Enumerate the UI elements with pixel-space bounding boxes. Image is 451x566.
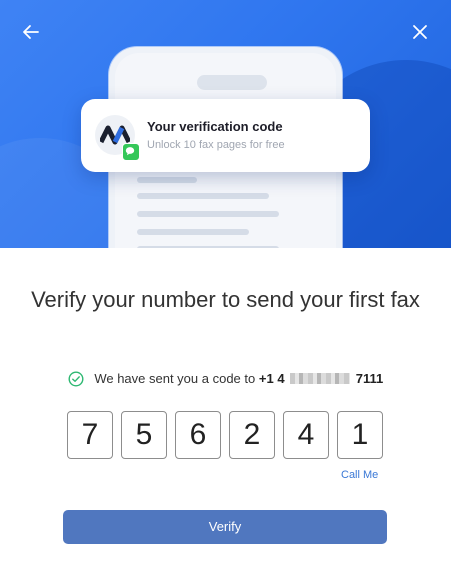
close-button[interactable] (408, 20, 432, 44)
redacted-phone-digits (290, 373, 351, 385)
notification-card: Your verification code Unlock 10 fax pag… (81, 99, 370, 172)
code-digit-1[interactable]: 7 (67, 411, 113, 459)
page-title: Verify your number to send your first fa… (31, 287, 420, 312)
phone-text-line (137, 193, 269, 199)
phone-text-line (137, 211, 279, 217)
phone-text-line (137, 177, 197, 183)
phone-notch (197, 75, 267, 90)
check-circle-icon (68, 371, 84, 387)
phone-number-masked-start: 4 (277, 371, 285, 387)
phone-text-line (137, 246, 279, 248)
verify-dialog: Your verification code Unlock 10 fax pag… (0, 0, 451, 566)
phone-text-line (137, 229, 249, 235)
code-digit-6[interactable]: 1 (337, 411, 383, 459)
message-icon (122, 143, 140, 161)
arrow-left-icon (23, 25, 39, 39)
verify-button[interactable]: Verify (63, 510, 387, 544)
phone-number-suffix: 7111 (355, 371, 384, 387)
code-digit-4[interactable]: 2 (229, 411, 275, 459)
notification-title: Your verification code (147, 119, 283, 134)
close-icon (413, 25, 427, 39)
back-button[interactable] (19, 20, 43, 44)
code-sent-text: We have sent you a code to (94, 371, 256, 387)
hero-banner: Your verification code Unlock 10 fax pag… (0, 0, 451, 248)
code-digit-5[interactable]: 4 (283, 411, 329, 459)
code-digit-2[interactable]: 5 (121, 411, 167, 459)
phone-number-prefix: +1 (258, 371, 274, 387)
call-me-link[interactable]: Call Me (341, 469, 378, 481)
verification-code-inputs: 7 5 6 2 4 1 (67, 411, 385, 459)
code-sent-message: We have sent you a code to +1 4 7111 (0, 370, 451, 390)
code-digit-3[interactable]: 6 (175, 411, 221, 459)
notification-subtitle: Unlock 10 fax pages for free (147, 139, 285, 151)
